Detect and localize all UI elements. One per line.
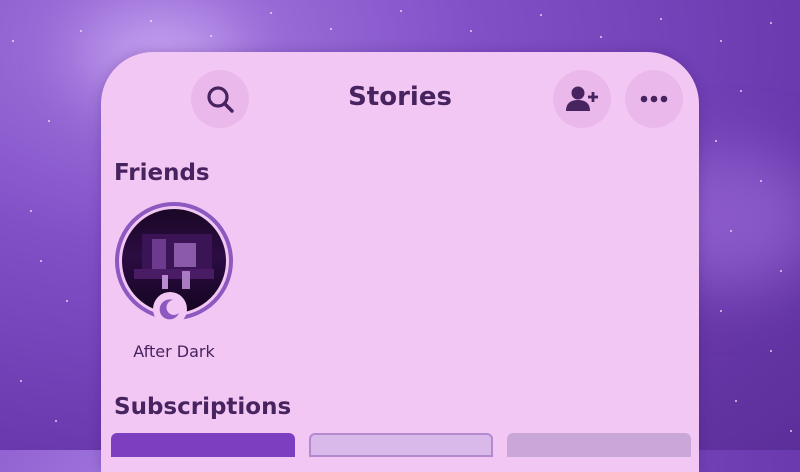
moon-icon <box>159 299 179 320</box>
subscriptions-section-title: Subscriptions <box>114 394 292 420</box>
stories-panel: Stories Friends After Dark Subscriptions <box>101 52 699 472</box>
friends-section-title: Friends <box>114 160 210 186</box>
more-icon <box>640 95 668 103</box>
moon-badge <box>153 292 187 326</box>
subscription-tile[interactable] <box>507 433 691 457</box>
more-button[interactable] <box>625 70 683 128</box>
add-friend-icon <box>566 86 598 111</box>
story-name: After Dark <box>133 342 215 361</box>
subscription-tile[interactable] <box>309 433 493 457</box>
subscription-tile[interactable] <box>111 433 295 457</box>
add-friend-button[interactable] <box>553 70 611 128</box>
